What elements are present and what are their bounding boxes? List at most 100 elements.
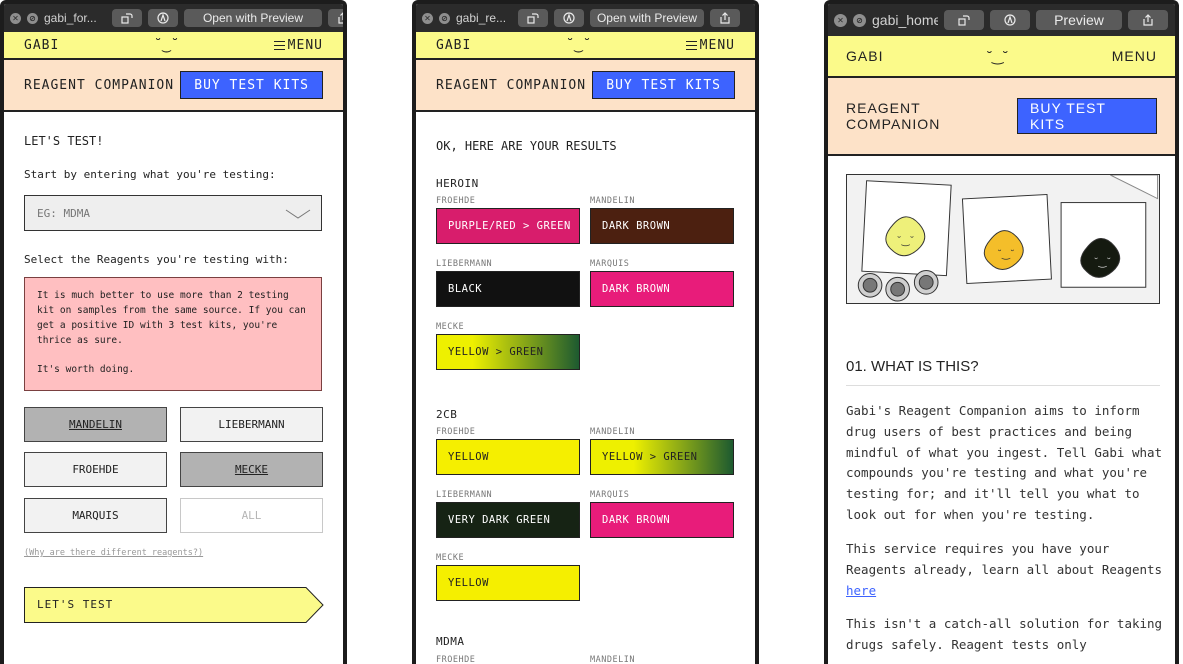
- menu-button[interactable]: MENU: [1112, 48, 1157, 64]
- hamburger-icon: [685, 40, 697, 50]
- reagent-label: FROEHDE: [436, 655, 476, 664]
- rotate-icon: [121, 13, 133, 24]
- reagent-label: MECKE: [436, 553, 465, 563]
- markup-button[interactable]: [990, 10, 1030, 30]
- subheader: REAGENT COMPANION BUY TEST KITS: [828, 78, 1175, 156]
- result-swatch: YELLOW: [436, 565, 580, 601]
- warning-text: It's worth doing.: [37, 364, 135, 375]
- logo[interactable]: GABI: [24, 38, 59, 53]
- subheader: REAGENT COMPANION BUY TEST KITS: [4, 60, 343, 112]
- subheader-title: REAGENT COMPANION: [436, 77, 587, 93]
- close-icon[interactable]: ✕: [834, 13, 847, 27]
- reagent-label: MARQUIS: [590, 490, 630, 500]
- substance-select[interactable]: EG: MDMA: [24, 195, 322, 231]
- rotate-button[interactable]: [112, 9, 142, 27]
- results-content: OK, HERE ARE YOUR RESULTS HEROIN FROEHDE P…: [416, 112, 755, 664]
- substance-name: 2CB: [436, 408, 458, 421]
- open-with-preview-button[interactable]: Open with Preview: [184, 9, 322, 27]
- share-button[interactable]: [328, 9, 343, 27]
- result-swatch: YELLOW > GREEN: [590, 439, 734, 475]
- reagent-froehde-button[interactable]: FROEHDE: [24, 452, 167, 487]
- minimize-icon[interactable]: ⊘: [439, 12, 450, 24]
- logo[interactable]: GABI: [846, 48, 883, 64]
- open-with-preview-button[interactable]: Open with Preview: [590, 9, 704, 27]
- menu-label: MENU: [699, 37, 735, 53]
- subheader: REAGENT COMPANION BUY TEST KITS: [416, 60, 755, 112]
- share-button[interactable]: [710, 9, 740, 27]
- menu-label: MENU: [287, 37, 323, 53]
- site-navbar: GABI ˘‿˘ MENU: [416, 32, 755, 60]
- home-content: ˘‿˘ ˘‿˘ ˘‿˘ 01. WHAT IS THIS? Gabi's Rea…: [828, 156, 1175, 664]
- svg-text:˘‿˘: ˘‿˘: [1094, 257, 1112, 269]
- result-swatch: DARK BROWN: [590, 208, 734, 244]
- results-heading: OK, HERE ARE YOUR RESULTS: [436, 139, 617, 153]
- minimize-icon[interactable]: ⊘: [27, 12, 38, 24]
- close-icon[interactable]: ✕: [10, 12, 21, 24]
- logo[interactable]: GABI: [436, 38, 471, 53]
- smiley-icon: ˘‿˘: [153, 37, 180, 53]
- result-swatch: VERY DARK GREEN: [436, 502, 580, 538]
- reagent-label: LIEBERMANN: [436, 259, 493, 269]
- window-home: ✕ ⊘ gabi_home Preview GABI ˘‿˘ MENU REAG…: [824, 0, 1179, 664]
- reagents-prompt: Select the Reagents you're testing with:: [24, 253, 289, 266]
- buy-test-kits-button[interactable]: BUY TEST KITS: [592, 71, 735, 99]
- hamburger-icon: [273, 40, 285, 50]
- markup-icon: [563, 12, 575, 24]
- result-swatch: DARK BROWN: [590, 502, 734, 538]
- svg-text:˘‿˘: ˘‿˘: [897, 235, 915, 247]
- site-navbar: GABI ˘‿˘ MENU: [828, 36, 1175, 78]
- warning-box: It is much better to use more than 2 tes…: [24, 277, 322, 391]
- subheader-title: REAGENT COMPANION: [846, 100, 941, 132]
- window-title: gabi_re...: [456, 11, 507, 25]
- window-results: ✕ ⊘ gabi_re... Open with Preview GABI ˘‿…: [412, 0, 759, 664]
- lets-test-button[interactable]: LET'S TEST: [24, 587, 324, 623]
- window-titlebar: ✕ ⊘ gabi_for... Open with Preview: [4, 4, 343, 32]
- site-navbar: GABI ˘‿˘ MENU: [4, 32, 343, 60]
- form-content: LET'S TEST! Start by entering what you'r…: [4, 112, 343, 664]
- minimize-icon[interactable]: ⊘: [853, 13, 866, 27]
- rotate-icon: [527, 13, 539, 24]
- open-with-preview-button[interactable]: Preview: [1036, 10, 1122, 30]
- reagent-marquis-button[interactable]: MARQUIS: [24, 498, 167, 533]
- buy-test-kits-button[interactable]: BUY TEST KITS: [180, 71, 323, 99]
- svg-text:˘‿˘: ˘‿˘: [997, 249, 1015, 261]
- reagent-label: MANDELIN: [590, 427, 635, 437]
- substance-name: HEROIN: [436, 177, 479, 190]
- here-link[interactable]: here: [846, 583, 876, 598]
- buy-test-kits-button[interactable]: BUY TEST KITS: [1017, 98, 1157, 134]
- chevron-down-icon: [285, 209, 311, 219]
- markup-icon: [157, 12, 169, 24]
- smiley-icon: ˘‿˘: [565, 37, 592, 53]
- markup-button[interactable]: [148, 9, 178, 27]
- why-reagents-link[interactable]: (Why are there different reagents?): [24, 548, 203, 558]
- menu-button[interactable]: MENU: [685, 37, 735, 53]
- reagent-liebermann-button[interactable]: LIEBERMANN: [180, 407, 323, 442]
- markup-button[interactable]: [554, 9, 584, 27]
- window-title: gabi_for...: [44, 11, 97, 25]
- smiley-icon: ˘‿˘: [987, 47, 1008, 64]
- reagent-mecke-button[interactable]: MECKE: [180, 452, 323, 487]
- reagent-label: LIEBERMANN: [436, 490, 493, 500]
- reagent-label: FROEHDE: [436, 196, 476, 206]
- reagent-label: MANDELIN: [590, 196, 635, 206]
- form-prompt: Start by entering what you're testing:: [24, 168, 276, 181]
- rotate-icon: [958, 15, 970, 26]
- section-title: 01. WHAT IS THIS?: [846, 358, 1160, 386]
- reagent-label: MECKE: [436, 322, 465, 332]
- result-swatch: BLACK: [436, 271, 580, 307]
- share-button[interactable]: [1128, 10, 1168, 30]
- reagent-label: MARQUIS: [590, 259, 630, 269]
- reagent-kits-illustration: ˘‿˘ ˘‿˘ ˘‿˘: [846, 174, 1160, 304]
- close-icon[interactable]: ✕: [422, 12, 433, 24]
- reagent-all-button[interactable]: ALL: [180, 498, 323, 533]
- reagents-paragraph: This service requires you have your Reag…: [846, 539, 1164, 601]
- result-swatch: PURPLE/RED > GREEN: [436, 208, 580, 244]
- window-titlebar: ✕ ⊘ gabi_home Preview: [828, 4, 1175, 36]
- rotate-button[interactable]: [944, 10, 984, 30]
- window-titlebar: ✕ ⊘ gabi_re... Open with Preview: [416, 4, 755, 32]
- markup-icon: [1004, 14, 1016, 26]
- reagent-mandelin-button[interactable]: MANDELIN: [24, 407, 167, 442]
- menu-button[interactable]: MENU: [273, 37, 323, 53]
- rotate-button[interactable]: [518, 9, 548, 27]
- share-icon: [720, 12, 730, 24]
